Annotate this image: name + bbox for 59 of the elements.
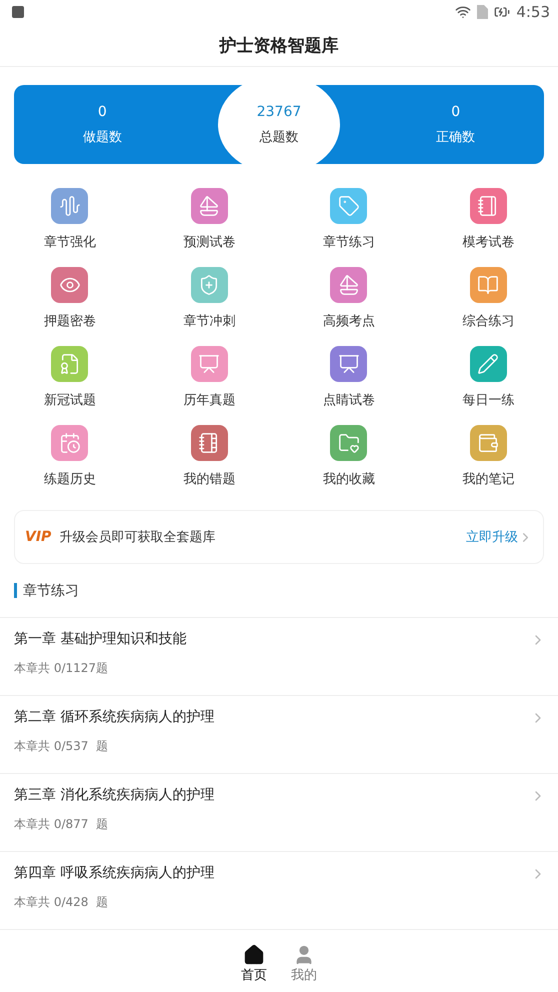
feature-label[interactable]: 预测试卷 bbox=[183, 233, 236, 251]
feature-label[interactable]: 高频考点 bbox=[322, 312, 375, 330]
chapter-count: 本章共 0/428 题 bbox=[14, 894, 108, 911]
feature-label[interactable]: 章节强化 bbox=[44, 233, 96, 251]
feature-label[interactable]: 押题密卷 bbox=[44, 312, 96, 330]
book-icon[interactable] bbox=[470, 267, 507, 303]
section-title: 章节练习 bbox=[23, 582, 79, 600]
chapter-title: 第一章 基础护理知识和技能 bbox=[14, 630, 186, 648]
chapter-title: 第二章 循环系统疾病病人的护理 bbox=[14, 708, 214, 726]
feature-label[interactable]: 我的收藏 bbox=[322, 470, 375, 488]
feature-label[interactable]: 章节练习 bbox=[322, 233, 375, 251]
no-sim-icon bbox=[477, 5, 488, 19]
stat-label: 做题数 bbox=[82, 128, 122, 146]
wave-icon[interactable] bbox=[51, 188, 88, 224]
board-icon[interactable] bbox=[190, 346, 228, 382]
upgrade-link[interactable]: 立即升级 bbox=[466, 528, 533, 546]
stat-label: 总题数 bbox=[259, 128, 298, 146]
feature-label[interactable]: 历年真题 bbox=[183, 391, 236, 409]
calendar-icon[interactable] bbox=[51, 425, 88, 461]
chapter-count: 本章共 0/1127题 bbox=[14, 660, 108, 677]
status-time: 4:53 bbox=[516, 3, 550, 21]
home-icon bbox=[243, 944, 265, 966]
stat-label: 正确数 bbox=[436, 128, 476, 146]
chapter-title: 第三章 消化系统疾病病人的护理 bbox=[14, 786, 214, 804]
feature-label[interactable]: 综合练习 bbox=[462, 312, 514, 330]
chapter-row[interactable]: 第四章 呼吸系统疾病病人的护理 本章共 0/428 题 bbox=[0, 852, 558, 930]
shield-plus-icon[interactable] bbox=[190, 267, 228, 303]
feature-label[interactable]: 章节冲刺 bbox=[183, 312, 236, 330]
chapter-count: 本章共 0/537 题 bbox=[14, 738, 108, 755]
certificate-icon[interactable] bbox=[51, 346, 88, 382]
eye-icon[interactable] bbox=[51, 267, 88, 303]
feature-label[interactable]: 新冠试题 bbox=[44, 391, 96, 409]
pencil-icon[interactable] bbox=[470, 346, 507, 382]
feature-label[interactable]: 练题历史 bbox=[44, 470, 96, 488]
stat-value: 23767 bbox=[256, 104, 302, 120]
nav-tab[interactable]: 首页 bbox=[237, 942, 271, 992]
feature-label[interactable]: 我的错题 bbox=[183, 470, 236, 488]
feature-label[interactable]: 每日一练 bbox=[462, 391, 514, 409]
feature-label[interactable]: 模考试卷 bbox=[462, 233, 514, 251]
chapter-row[interactable]: 第三章 消化系统疾病病人的护理 本章共 0/877 题 bbox=[0, 774, 558, 852]
notebook-icon[interactable] bbox=[190, 425, 228, 461]
feature-label[interactable]: 点睛试卷 bbox=[322, 391, 375, 409]
feature-label[interactable]: 我的笔记 bbox=[462, 470, 514, 488]
stat-value: 0 bbox=[451, 104, 460, 120]
chapter-title: 第四章 呼吸系统疾病病人的护理 bbox=[14, 864, 214, 882]
sailboat-icon[interactable] bbox=[190, 188, 228, 224]
vip-text: 升级会员即可获取全套题库 bbox=[59, 529, 216, 546]
nav-tab[interactable]: 我的 bbox=[287, 942, 321, 992]
sailboat-icon[interactable] bbox=[330, 267, 368, 303]
app-title: 护士资格智题库 bbox=[220, 34, 338, 56]
vip-label: VIP bbox=[25, 529, 52, 545]
tag-icon[interactable] bbox=[330, 188, 368, 224]
wallet-icon[interactable] bbox=[470, 425, 507, 461]
chapter-row[interactable]: 第二章 循环系统疾病病人的护理 本章共 0/537 题 bbox=[0, 696, 558, 774]
chapter-row[interactable]: 第一章 基础护理知识和技能 本章共 0/1127题 bbox=[0, 618, 558, 696]
notebook-icon[interactable] bbox=[470, 188, 507, 224]
chapter-count: 本章共 0/877 题 bbox=[14, 816, 108, 833]
wifi-icon bbox=[455, 4, 472, 20]
stat-value: 0 bbox=[98, 104, 107, 120]
